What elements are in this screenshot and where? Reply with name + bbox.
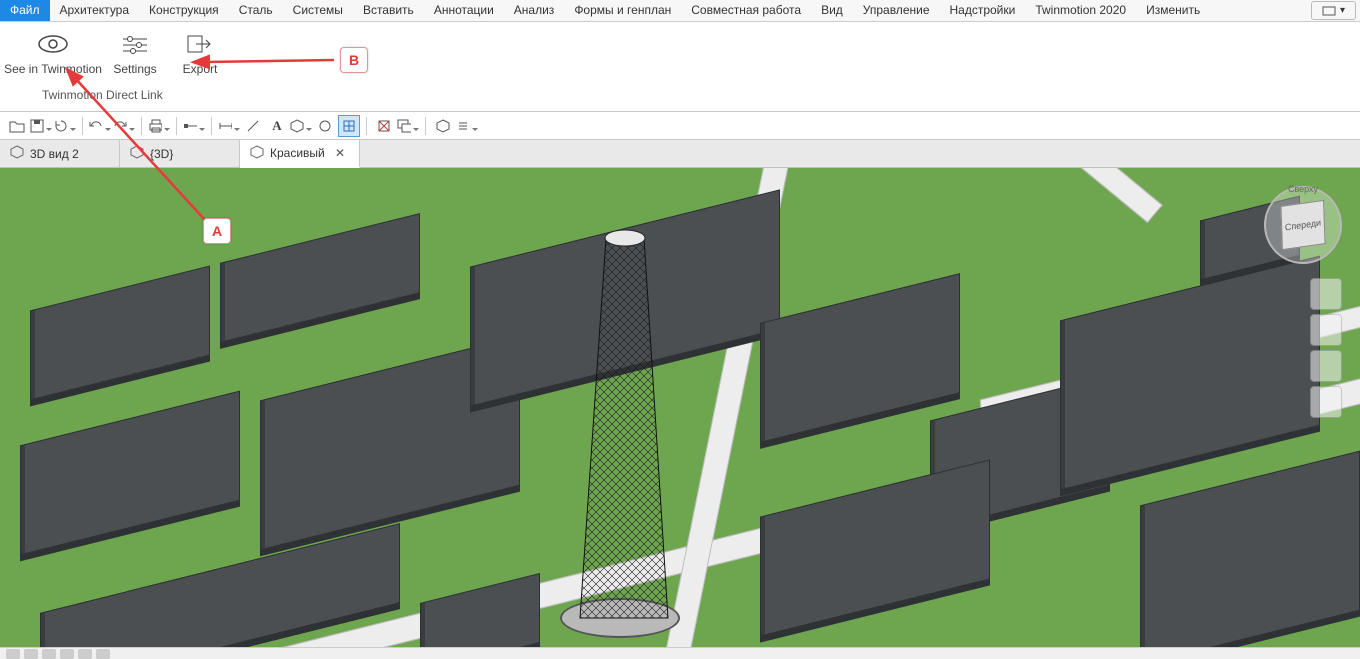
view-tab-label: Красивый xyxy=(270,146,325,160)
cube-icon xyxy=(10,145,24,162)
redo-icon[interactable] xyxy=(113,115,135,137)
callout-a: A xyxy=(203,218,231,244)
open-icon[interactable] xyxy=(6,115,28,137)
menuitem-addins[interactable]: Надстройки xyxy=(940,0,1026,21)
customize-qat-icon[interactable] xyxy=(456,115,478,137)
view-cube[interactable]: Спереди Сверху xyxy=(1264,186,1342,264)
default3d-icon[interactable] xyxy=(290,115,312,137)
see-in-twinmotion-label: See in Twinmotion xyxy=(4,62,102,76)
view-cube-face-top[interactable]: Сверху xyxy=(1288,184,1318,194)
view-tab-3d[interactable]: {3D} xyxy=(120,140,240,167)
export-icon xyxy=(186,30,214,58)
main-menubar: Файл Архитектура Конструкция Сталь Систе… xyxy=(0,0,1360,22)
ribbon-panel-twinmotion: See in Twinmotion Settings Export xyxy=(0,22,1360,112)
close-hidden-icon[interactable] xyxy=(373,115,395,137)
settings-label: Settings xyxy=(113,62,156,76)
menuitem-annotate[interactable]: Аннотации xyxy=(424,0,504,21)
switch-windows-icon[interactable] xyxy=(397,115,419,137)
thin-lines-icon[interactable] xyxy=(242,115,264,137)
selection-box-icon[interactable]: ▾ xyxy=(1311,1,1356,20)
steering-wheel-icon[interactable] xyxy=(1310,278,1342,310)
status-bar xyxy=(0,647,1360,659)
menuitem-manage[interactable]: Управление xyxy=(853,0,940,21)
orbit-icon[interactable] xyxy=(1310,386,1342,418)
cube-icon xyxy=(130,145,144,162)
see-in-twinmotion-button[interactable]: See in Twinmotion xyxy=(6,24,100,76)
dimension-icon[interactable] xyxy=(218,115,240,137)
status-bar-button[interactable] xyxy=(96,649,110,659)
menuitem-architecture[interactable]: Архитектура xyxy=(50,0,140,21)
settings-button[interactable]: Settings xyxy=(108,24,162,76)
view-cube-face-front[interactable]: Спереди xyxy=(1280,200,1325,250)
menuitem-systems[interactable]: Системы xyxy=(283,0,353,21)
export-label: Export xyxy=(183,62,218,76)
view-tab-label: 3D вид 2 xyxy=(30,147,79,161)
view-tab-strip: 3D вид 2 {3D} Красивый ✕ xyxy=(0,140,1360,168)
link-manage-icon[interactable] xyxy=(432,115,454,137)
status-bar-button[interactable] xyxy=(24,649,38,659)
menuitem-file[interactable]: Файл xyxy=(0,0,50,21)
close-icon[interactable]: ✕ xyxy=(335,146,345,160)
zoom-icon[interactable] xyxy=(1310,350,1342,382)
menuitem-steel[interactable]: Сталь xyxy=(229,0,283,21)
sync-icon[interactable] xyxy=(54,115,76,137)
status-bar-button[interactable] xyxy=(42,649,56,659)
cube-icon xyxy=(250,145,264,162)
menuitem-structure[interactable]: Конструкция xyxy=(139,0,229,21)
menuitem-massing[interactable]: Формы и генплан xyxy=(564,0,681,21)
pan-icon[interactable] xyxy=(1310,314,1342,346)
text-icon[interactable]: A xyxy=(266,115,288,137)
menuitem-view[interactable]: Вид xyxy=(811,0,853,21)
quick-access-toolbar: A xyxy=(0,112,1360,140)
view-tab-3dview2[interactable]: 3D вид 2 xyxy=(0,140,120,167)
ribbon-panel-title: Twinmotion Direct Link xyxy=(6,86,1354,104)
save-icon[interactable] xyxy=(30,115,52,137)
navigation-bar xyxy=(1310,278,1342,418)
status-bar-button[interactable] xyxy=(78,649,92,659)
menuitem-twinmotion[interactable]: Twinmotion 2020 xyxy=(1025,0,1136,21)
section-icon[interactable] xyxy=(183,115,205,137)
status-bar-button[interactable] xyxy=(60,649,74,659)
print-icon[interactable] xyxy=(148,115,170,137)
view-tab-beautiful[interactable]: Красивый ✕ xyxy=(240,140,360,168)
menuitem-insert[interactable]: Вставить xyxy=(353,0,424,21)
menuitem-modify[interactable]: Изменить xyxy=(1136,0,1210,21)
sliders-icon xyxy=(121,30,149,58)
eye-icon xyxy=(36,30,70,58)
menuitem-analyze[interactable]: Анализ xyxy=(504,0,565,21)
view-tab-label: {3D} xyxy=(150,147,173,161)
thin-lines-toggle-icon[interactable] xyxy=(338,115,360,137)
export-button[interactable]: Export xyxy=(170,24,230,76)
callout-b: B xyxy=(340,47,368,73)
menuitem-collaborate[interactable]: Совместная работа xyxy=(681,0,811,21)
status-bar-button[interactable] xyxy=(6,649,20,659)
undo-icon[interactable] xyxy=(89,115,111,137)
paint-icon[interactable] xyxy=(314,115,336,137)
